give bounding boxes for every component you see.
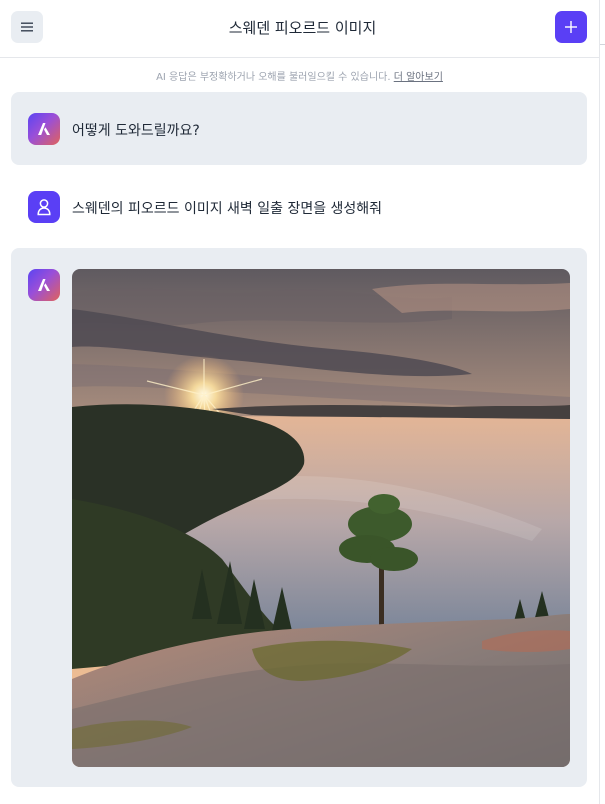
side-panel-edge: [599, 0, 605, 804]
user-icon: [37, 199, 51, 216]
assistant-logo-icon: [38, 123, 50, 135]
generated-fjord-sunrise-image[interactable]: [72, 269, 570, 767]
assistant-logo-icon: [38, 279, 50, 291]
page-title: 스웨덴 피오르드 이미지: [228, 19, 377, 37]
assistant-message-text: 어떻게 도와드릴까요?: [72, 123, 200, 139]
assistant-avatar: [28, 113, 60, 145]
top-bar: 스웨덴 피오르드 이미지: [0, 0, 605, 58]
disclaimer-text: AI 응답은 부정확하거나 오해를 불러일으킬 수 있습니다.: [156, 72, 391, 83]
plus-icon: [565, 21, 577, 33]
new-chat-button[interactable]: [555, 11, 587, 43]
user-message-text: 스웨덴의 피오르드 이미지 새벽 일출 장면을 생성해줘: [72, 201, 383, 217]
side-panel-divider: [600, 44, 605, 59]
learn-more-link[interactable]: 더 알아보기: [394, 72, 443, 83]
ai-disclaimer: AI 응답은 부정확하거나 오해를 불러일으킬 수 있습니다. 더 알아보기: [0, 68, 599, 83]
fjord-sunrise-illustration: [72, 269, 570, 767]
assistant-avatar: [28, 269, 60, 301]
user-avatar: [28, 191, 60, 223]
